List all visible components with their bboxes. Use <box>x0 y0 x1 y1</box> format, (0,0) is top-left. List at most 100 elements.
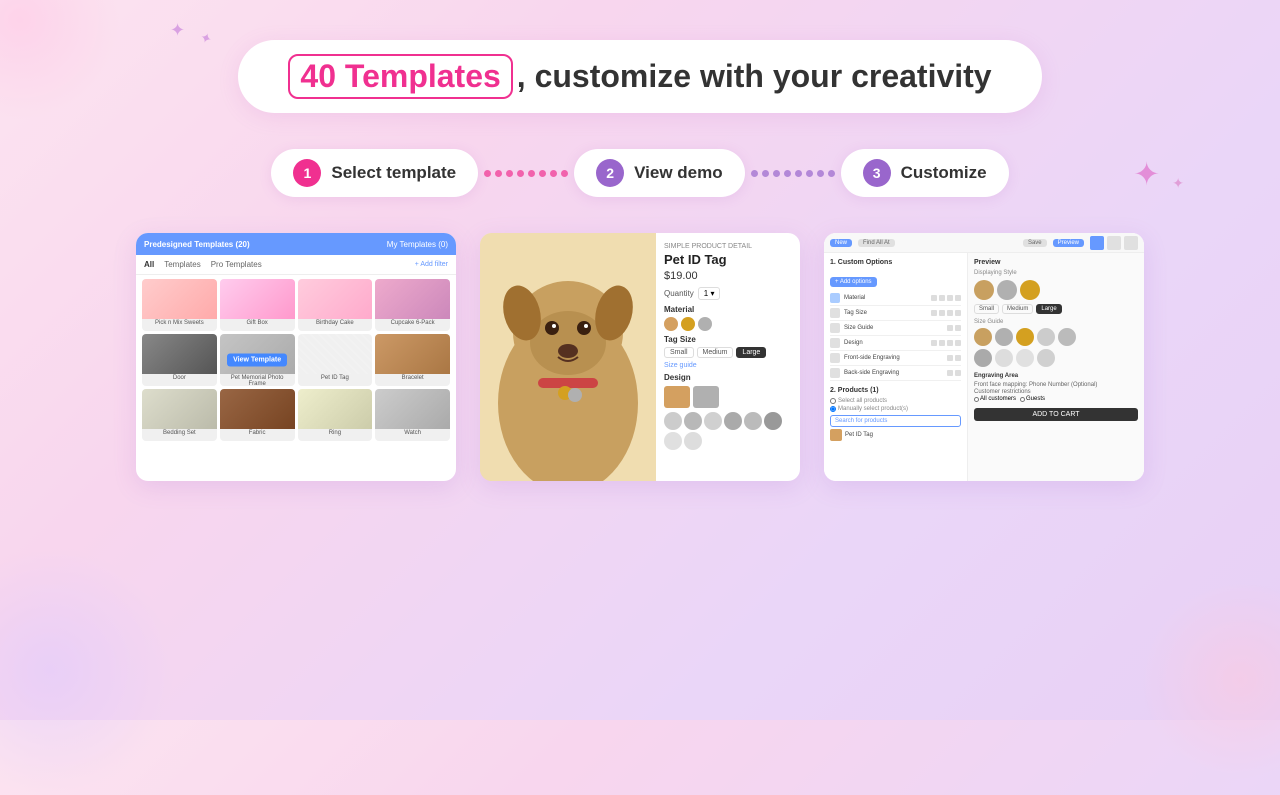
ss3-more-icon-2[interactable] <box>955 310 961 316</box>
ss3-edit-icon-6[interactable] <box>947 370 953 376</box>
step-1-pill[interactable]: 1 Select template <box>271 149 478 197</box>
template-item-11[interactable]: Ring <box>298 389 373 441</box>
ss3-search-products[interactable]: Search for products <box>830 415 961 427</box>
ss3-option-label-6: Back-side Engraving <box>844 370 943 376</box>
view-template-btn[interactable]: View Template <box>227 354 287 367</box>
ss3-delete-icon-3[interactable] <box>955 325 961 331</box>
ss3-preview-swatch-3[interactable] <box>1020 280 1040 300</box>
ss3-size-btn-medium[interactable]: Medium <box>1002 304 1033 314</box>
ss3-size-btn-small[interactable]: Small <box>974 304 999 314</box>
step-2-pill[interactable]: 2 View demo <box>574 149 745 197</box>
ss3-design-circle-2[interactable] <box>995 328 1013 346</box>
ss3-options-badge: + Add options <box>830 277 877 287</box>
ss3-copy-icon-1[interactable] <box>947 295 953 301</box>
template-thumb-5 <box>142 334 217 374</box>
page-content: 40 Templates, customize with your creati… <box>0 0 1280 481</box>
ss3-design-circle-1[interactable] <box>974 328 992 346</box>
ss3-option-label-4: Design <box>844 340 927 346</box>
template-item-2[interactable]: Gift Box <box>220 279 295 331</box>
ss2-quantity-box[interactable]: 1 ▾ <box>698 287 721 300</box>
ss3-copy-icon-2[interactable] <box>947 310 953 316</box>
step-2-label: View demo <box>634 163 723 183</box>
ss1-add-filter[interactable]: + Add filter <box>415 261 448 268</box>
step-3-pill[interactable]: 3 Customize <box>841 149 1009 197</box>
ss2-design-8[interactable] <box>684 432 702 450</box>
ss2-product-subtitle: SIMPLE PRODUCT DETAIL <box>664 243 792 250</box>
ss2-body: SIMPLE PRODUCT DETAIL Pet ID Tag $19.00 … <box>480 233 800 481</box>
ss3-size-btn-large[interactable]: Large <box>1036 304 1061 314</box>
ss3-design-circle-9[interactable] <box>1037 349 1055 367</box>
template-item-9[interactable]: Bedding Set <box>142 389 217 441</box>
ss2-size-medium[interactable]: Medium <box>697 347 734 358</box>
ss2-product-image <box>480 233 656 481</box>
ss3-preview-swatch-2[interactable] <box>997 280 1017 300</box>
ss2-size-small[interactable]: Small <box>664 347 694 358</box>
ss3-new-btn[interactable]: New <box>830 239 852 247</box>
ss3-edit-icon-3[interactable] <box>947 325 953 331</box>
ss3-edit-icon-4[interactable] <box>931 340 937 346</box>
ss3-findall-btn[interactable]: Find All At <box>858 239 895 247</box>
steps-row: 1 Select template 2 View demo 3 Customiz… <box>271 149 1008 197</box>
ss2-material-silver[interactable] <box>698 317 712 331</box>
ss3-delete-icon-6[interactable] <box>955 370 961 376</box>
template-item-5[interactable]: Door <box>142 334 217 386</box>
ss3-delete-icon-1[interactable] <box>939 295 945 301</box>
ss2-design-4[interactable] <box>724 412 742 430</box>
ss3-delete-icon-5[interactable] <box>955 355 961 361</box>
ss3-more-icon-1[interactable] <box>955 295 961 301</box>
ss3-radio-manual[interactable]: Manually select product(s) <box>830 406 961 412</box>
ss3-edit-icon-5[interactable] <box>947 355 953 361</box>
ss3-design-circle-8[interactable] <box>1016 349 1034 367</box>
template-label-3: Birthday Cake <box>298 319 373 327</box>
template-item-6[interactable]: View Template Pet Memorial Photo Frame <box>220 334 295 386</box>
ss3-delete-icon-4[interactable] <box>939 340 945 346</box>
ss2-design-7[interactable] <box>664 432 682 450</box>
ss2-size-large[interactable]: Large <box>736 347 766 358</box>
ss3-edit-icon-2[interactable] <box>931 310 937 316</box>
ss3-option-label-2: Tag Size <box>844 310 927 316</box>
template-item-8[interactable]: Bracelet <box>375 334 450 386</box>
template-item-7[interactable]: Pet ID Tag <box>298 334 373 386</box>
ss3-preview-subtitle: Displaying Style <box>974 270 1138 276</box>
ss2-design-5[interactable] <box>744 412 762 430</box>
ss3-design-circle-5[interactable] <box>1058 328 1076 346</box>
ss2-design-1[interactable] <box>664 412 682 430</box>
ss1-tab-pro[interactable]: Pro Templates <box>211 260 262 269</box>
template-item-3[interactable]: Birthday Cake <box>298 279 373 331</box>
ss2-design-3[interactable] <box>704 412 722 430</box>
ss3-save-btn[interactable]: Save <box>1023 239 1047 247</box>
template-item-4[interactable]: Cupcake 6-Pack <box>375 279 450 331</box>
step-2-number: 2 <box>596 159 624 187</box>
ss3-radio-guests[interactable]: Guests <box>1020 396 1045 402</box>
ss2-thumb-1[interactable] <box>664 386 690 408</box>
ss3-radio-all-customers[interactable]: All customers <box>974 396 1016 402</box>
template-item-1[interactable]: Pick n Mix Sweets <box>142 279 217 331</box>
ss1-tab-templates[interactable]: Templates <box>164 260 200 269</box>
connector-2-3 <box>751 170 835 177</box>
ss3-delete-icon-2[interactable] <box>939 310 945 316</box>
ss3-more-icon-4[interactable] <box>955 340 961 346</box>
ss3-copy-icon-4[interactable] <box>947 340 953 346</box>
template-label-4: Cupcake 6-Pack <box>375 319 450 327</box>
ss2-design-2[interactable] <box>684 412 702 430</box>
ss3-design-circle-3[interactable] <box>1016 328 1034 346</box>
ss3-preview-swatch-1[interactable] <box>974 280 994 300</box>
ss3-option-icon-2 <box>830 308 840 318</box>
ss3-option-actions-1 <box>931 295 961 301</box>
template-item-12[interactable]: Watch <box>375 389 450 441</box>
ss2-design-6[interactable] <box>764 412 782 430</box>
ss3-design-circle-4[interactable] <box>1037 328 1055 346</box>
template-item-10[interactable]: Fabric <box>220 389 295 441</box>
ss2-material-rose-gold[interactable] <box>664 317 678 331</box>
ss2-material-gold[interactable] <box>681 317 695 331</box>
ss3-edit-icon-1[interactable] <box>931 295 937 301</box>
ss3-design-circle-6[interactable] <box>974 349 992 367</box>
ss3-preview-btn[interactable]: Preview <box>1053 239 1084 247</box>
template-thumb-4 <box>375 279 450 319</box>
ss2-size-guide[interactable]: Size guide <box>664 362 792 369</box>
ss3-radio-all[interactable]: Select all products <box>830 398 961 404</box>
ss2-thumb-2[interactable] <box>693 386 719 408</box>
ss3-add-to-cart-btn[interactable]: ADD TO CART <box>974 408 1138 421</box>
ss3-design-circle-7[interactable] <box>995 349 1013 367</box>
ss1-tab-all[interactable]: All <box>144 260 154 269</box>
